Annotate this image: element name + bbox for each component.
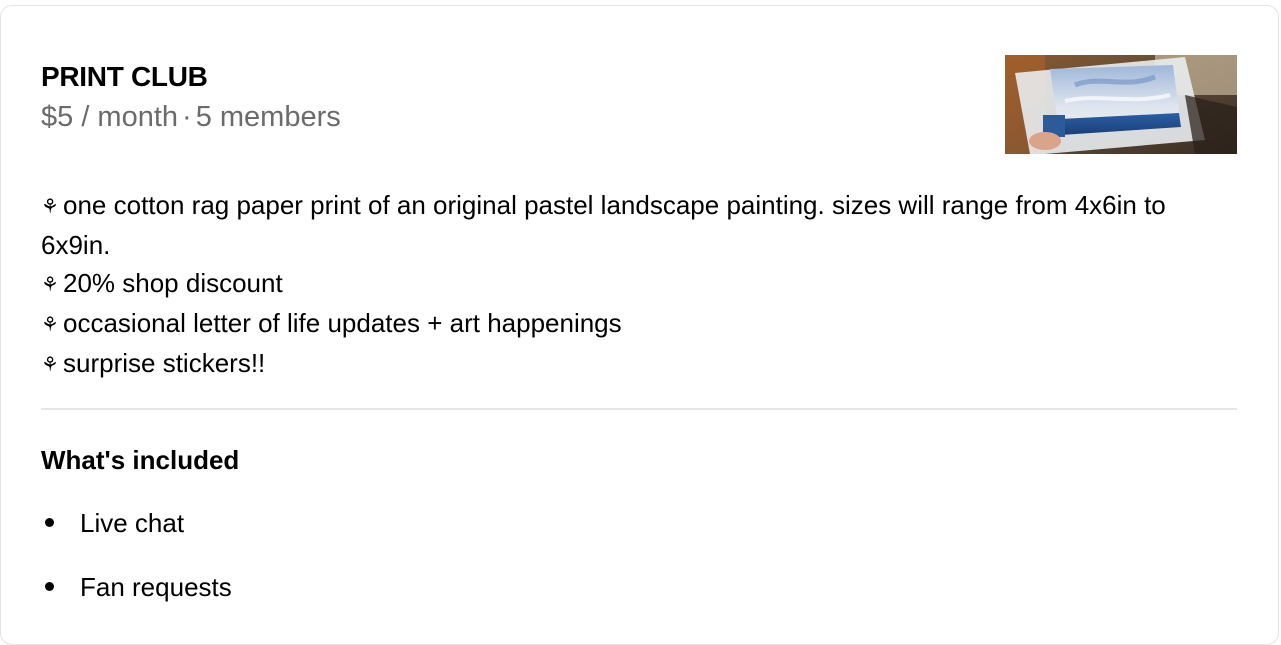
included-heading: What's included — [41, 445, 240, 475]
description-text: one cotton rag paper print of an origina… — [41, 190, 1166, 260]
section-divider — [41, 408, 1237, 410]
description-text: 20% shop discount — [63, 268, 283, 298]
bullet-dot-icon — [45, 582, 54, 591]
description-line: ⚘ occasional letter of life updates + art… — [41, 304, 1201, 344]
tier-member-count: 5 members — [195, 101, 341, 133]
tier-price: $5 / month — [41, 101, 179, 133]
list-item: Fan requests — [41, 568, 232, 632]
sprig-bullet-icon: ⚘ — [41, 196, 59, 218]
list-item: Live chat — [41, 504, 232, 568]
included-list: Live chat Fan requests — [41, 504, 232, 632]
description-text: surprise stickers!! — [63, 348, 266, 378]
included-item-label: Fan requests — [80, 572, 232, 602]
description-line: ⚘ 20% shop discount — [41, 264, 1201, 304]
included-item-label: Live chat — [80, 508, 185, 538]
tier-description: ⚘ one cotton rag paper print of an origin… — [41, 186, 1201, 384]
sprig-bullet-icon: ⚘ — [41, 354, 59, 376]
description-line: ⚘ surprise stickers!! — [41, 344, 1201, 384]
sprig-bullet-icon: ⚘ — [41, 274, 59, 296]
description-line: ⚘ one cotton rag paper print of an origin… — [41, 186, 1201, 264]
tier-thumbnail-image — [1005, 55, 1237, 154]
meta-separator: · — [182, 101, 192, 133]
painting-photo-icon — [1005, 55, 1237, 154]
sprig-bullet-icon: ⚘ — [41, 314, 59, 336]
bullet-dot-icon — [45, 518, 54, 527]
description-text: occasional letter of life updates + art … — [63, 308, 622, 338]
